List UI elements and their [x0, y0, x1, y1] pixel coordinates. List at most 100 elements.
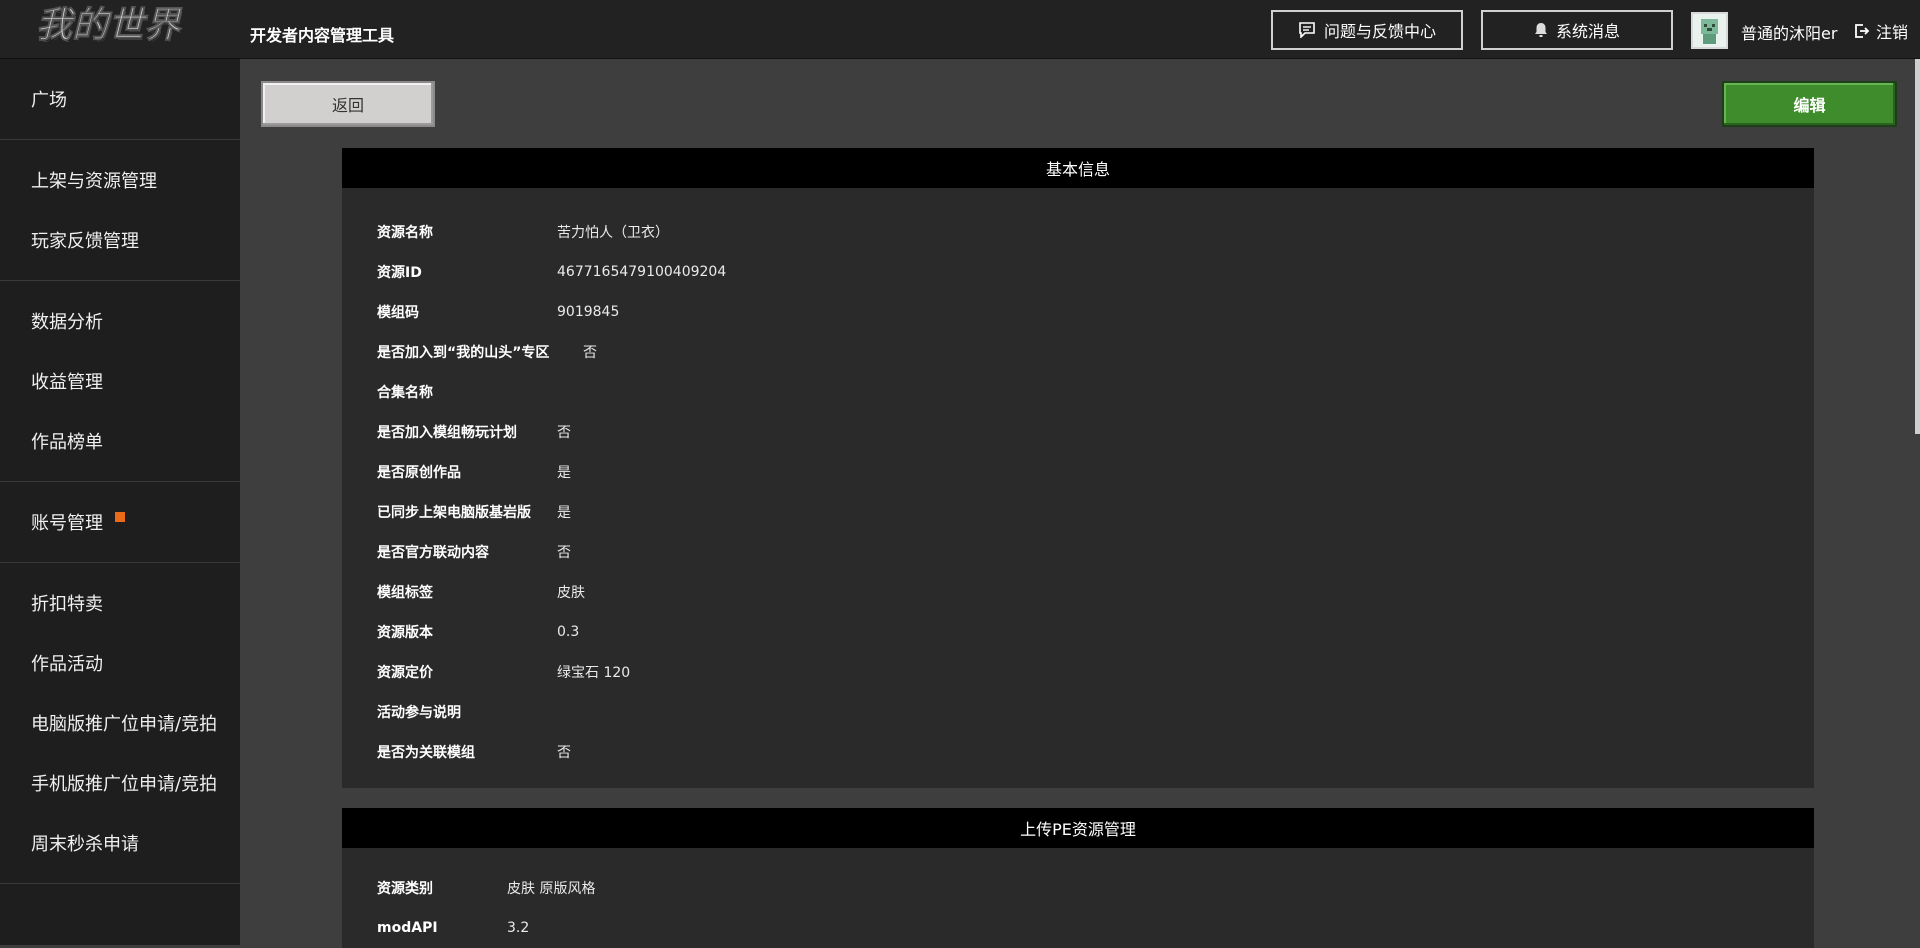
info-row: modAPI 3.2	[377, 908, 1779, 948]
sidebar-item-pc-promotion[interactable]: 电脑版推广位申请/竞拍	[0, 693, 240, 753]
avatar[interactable]	[1691, 12, 1728, 49]
info-value: 是	[557, 465, 571, 481]
info-row: 活动参与说明	[377, 692, 1779, 732]
sidebar-item-label: 周末秒杀申请	[31, 834, 139, 855]
sidebar-item-player-feedback[interactable]: 玩家反馈管理	[0, 210, 240, 270]
info-row: 资源类别 皮肤 原版风格	[377, 868, 1779, 908]
logout-button[interactable]: 注销	[1854, 19, 1908, 43]
sidebar-item-revenue[interactable]: 收益管理	[0, 351, 240, 411]
sidebar-item-label: 玩家反馈管理	[31, 231, 139, 252]
info-row: 模组码 9019845	[377, 292, 1779, 332]
info-label: modAPI	[377, 920, 438, 936]
sidebar-item-label: 作品活动	[31, 654, 103, 675]
sidebar-item-label: 上架与资源管理	[31, 171, 157, 192]
info-value: 皮肤 原版风格	[507, 881, 596, 897]
sidebar-item-label: 手机版推广位申请/竞拍	[31, 774, 218, 795]
info-label: 资源版本	[377, 625, 433, 641]
pe-resource-title: 上传PE资源管理	[342, 808, 1814, 848]
sidebar-group-plaza: 广场	[0, 59, 240, 140]
info-label: 资源ID	[377, 265, 422, 281]
sidebar-item-label: 账号管理	[31, 513, 103, 534]
sidebar-item-account[interactable]: 账号管理	[0, 492, 240, 552]
info-label: 活动参与说明	[377, 705, 461, 721]
bell-icon	[1534, 23, 1547, 37]
info-value: 绿宝石 120	[557, 665, 631, 681]
sidebar-item-mobile-promotion[interactable]: 手机版推广位申请/竞拍	[0, 753, 240, 813]
sidebar: 广场 上架与资源管理 玩家反馈管理 数据分析 收益管理 作品榜单 账号管理 折扣…	[0, 59, 240, 945]
info-row: 资源ID 4677165479100409204	[377, 252, 1779, 292]
info-label: 合集名称	[377, 385, 433, 401]
sidebar-item-discount-sale[interactable]: 折扣特卖	[0, 573, 240, 633]
info-row: 资源名称 苦力怕人（卫衣）	[377, 212, 1779, 252]
info-label: 是否加入模组畅玩计划	[377, 425, 517, 441]
back-button[interactable]: 返回	[261, 81, 435, 127]
info-label: 是否为关联模组	[377, 745, 475, 761]
info-label: 模组码	[377, 305, 419, 321]
logout-label: 注销	[1876, 23, 1909, 42]
app-title: 开发者内容管理工具	[250, 26, 395, 45]
info-value: 4677165479100409204	[557, 264, 727, 280]
info-value: 9019845	[557, 304, 620, 320]
sidebar-item-label: 数据分析	[31, 312, 103, 333]
info-value: 否	[557, 425, 571, 441]
basic-info-title: 基本信息	[342, 148, 1814, 188]
username[interactable]: 普通的沐阳er	[1741, 20, 1837, 44]
basic-info-panel: 基本信息 资源名称 苦力怕人（卫衣） 资源ID 4677165479100409…	[342, 148, 1814, 788]
info-row: 合集名称	[377, 372, 1779, 412]
info-label: 资源定价	[377, 665, 433, 681]
info-value: 否	[557, 745, 571, 761]
sidebar-item-label: 电脑版推广位申请/竞拍	[31, 714, 218, 735]
info-label: 模组标签	[377, 585, 433, 601]
sidebar-item-plaza[interactable]: 广场	[0, 69, 240, 129]
sidebar-item-data-analysis[interactable]: 数据分析	[0, 291, 240, 351]
feedback-center-label: 问题与反馈中心	[1323, 22, 1436, 41]
sidebar-group-resources: 上架与资源管理 玩家反馈管理	[0, 140, 240, 281]
sidebar-item-label: 作品榜单	[31, 432, 103, 453]
scrollbar[interactable]	[1915, 59, 1920, 434]
info-value: 是	[557, 505, 571, 521]
info-label: 已同步上架电脑版基岩版	[377, 505, 531, 521]
chat-bubble-icon	[1299, 22, 1315, 38]
info-label: 资源类别	[377, 881, 433, 897]
info-label: 是否加入到“我的山头”专区	[377, 345, 550, 361]
sidebar-group-analytics: 数据分析 收益管理 作品榜单	[0, 281, 240, 482]
sidebar-item-label: 折扣特卖	[31, 594, 103, 615]
info-row: 资源版本 0.3	[377, 612, 1779, 652]
info-row: 资源定价 绿宝石 120	[377, 652, 1779, 692]
info-row: 是否加入到“我的山头”专区 否	[377, 332, 1779, 372]
sidebar-item-activities[interactable]: 作品活动	[0, 633, 240, 693]
info-row: 是否为关联模组 否	[377, 732, 1779, 772]
info-row: 模组标签 皮肤	[377, 572, 1779, 612]
user-avatar-icon	[1693, 14, 1726, 47]
main-content: 返回 编辑 基本信息 资源名称 苦力怕人（卫衣） 资源ID 4677165479…	[240, 59, 1920, 948]
info-value: 0.3	[557, 624, 580, 640]
info-value: 皮肤	[557, 585, 585, 601]
sidebar-item-rankings[interactable]: 作品榜单	[0, 411, 240, 471]
logout-icon	[1855, 24, 1870, 38]
info-label: 资源名称	[377, 225, 433, 241]
info-value: 3.2	[507, 920, 530, 936]
info-label: 是否官方联动内容	[377, 545, 489, 561]
top-header: 我的世界 我的世界 开发者内容管理工具 问题与反馈中心 系统消息 普通的沐阳er	[0, 0, 1920, 59]
info-label: 是否原创作品	[377, 465, 461, 481]
sidebar-item-label: 广场	[31, 90, 67, 111]
info-value: 否	[557, 545, 571, 561]
info-row: 是否原创作品 是	[377, 452, 1779, 492]
sidebar-item-label: 收益管理	[31, 372, 103, 393]
feedback-center-button[interactable]: 问题与反馈中心	[1271, 10, 1463, 50]
info-row: 是否加入模组畅玩计划 否	[377, 412, 1779, 452]
info-row: 已同步上架电脑版基岩版 是	[377, 492, 1779, 532]
minecraft-logo[interactable]: 我的世界 我的世界	[34, 2, 206, 54]
info-value: 苦力怕人（卫衣）	[557, 225, 669, 241]
notification-badge	[115, 512, 125, 522]
sidebar-group-promotion: 折扣特卖 作品活动 电脑版推广位申请/竞拍 手机版推广位申请/竞拍 周末秒杀申请	[0, 563, 240, 884]
info-value: 否	[583, 345, 597, 361]
info-row: 是否官方联动内容 否	[377, 532, 1779, 572]
sidebar-item-weekend-flash-sale[interactable]: 周末秒杀申请	[0, 813, 240, 873]
system-messages-button[interactable]: 系统消息	[1481, 10, 1673, 50]
sidebar-item-listing-resources[interactable]: 上架与资源管理	[0, 150, 240, 210]
sidebar-group-account: 账号管理	[0, 482, 240, 563]
edit-button[interactable]: 编辑	[1722, 81, 1897, 127]
svg-text:我的世界: 我的世界	[36, 5, 183, 46]
pe-resource-panel: 上传PE资源管理 资源类别 皮肤 原版风格 modAPI 3.2	[342, 808, 1814, 948]
